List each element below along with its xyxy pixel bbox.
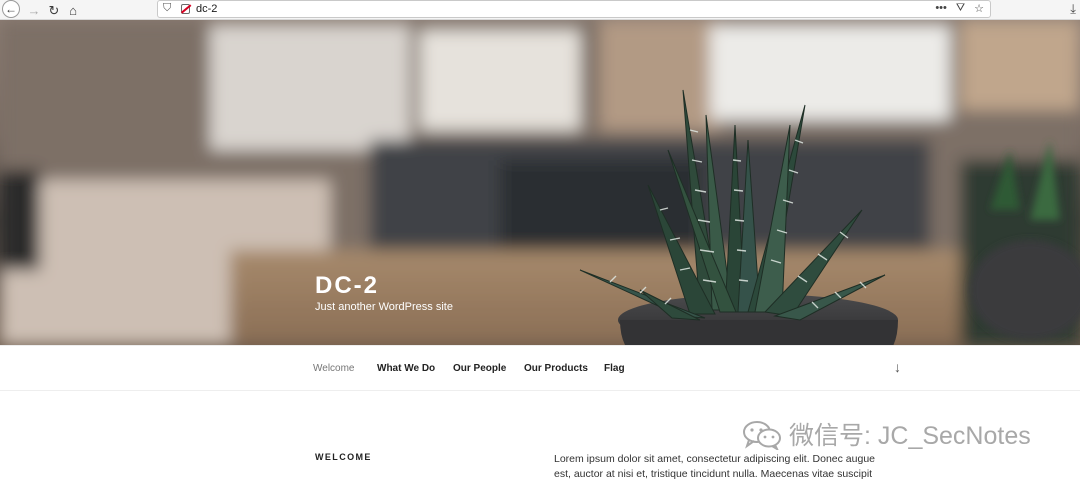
site-title[interactable]: DC-2 xyxy=(315,272,379,300)
section-heading: WELCOME xyxy=(315,452,372,462)
back-arrow-icon[interactable]: ← xyxy=(2,0,20,18)
main-navigation: Welcome What We Do Our People Our Produc… xyxy=(0,345,1080,391)
url-text[interactable]: dc-2 xyxy=(196,3,217,15)
section-body-text: Lorem ipsum dolor sit amet, consectetur … xyxy=(554,453,875,480)
more-icon[interactable]: ••• xyxy=(935,2,947,15)
nav-item-welcome[interactable]: Welcome xyxy=(313,363,355,374)
nav-item-flag[interactable]: Flag xyxy=(604,363,625,374)
download-icon[interactable]: ⤓ xyxy=(1070,1,1076,17)
shield-icon[interactable]: ⛉ xyxy=(163,2,171,15)
reload-icon[interactable]: ↻ xyxy=(45,1,63,19)
header-hero-image: DC-2 Just another WordPress site xyxy=(0,20,1080,345)
pocket-icon[interactable]: ⛛ xyxy=(956,2,965,15)
nav-item-our-products[interactable]: Our Products xyxy=(524,363,588,374)
insecure-lock-icon[interactable] xyxy=(181,4,190,14)
nav-item-what-we-do[interactable]: What We Do xyxy=(377,363,435,374)
watermark-text: 微信号: JC_SecNotes xyxy=(789,422,1031,450)
down-arrow-icon[interactable]: ↓ xyxy=(894,359,901,375)
forward-arrow-icon[interactable]: → xyxy=(25,1,43,19)
star-icon[interactable]: ☆ xyxy=(974,2,984,15)
nav-item-our-people[interactable]: Our People xyxy=(453,363,506,374)
wechat-watermark: 微信号: JC_SecNotes xyxy=(741,418,1031,450)
address-bar[interactable]: ⛉ dc-2 ••• ⛛ ☆ xyxy=(157,0,991,18)
home-icon[interactable]: ⌂ xyxy=(64,1,82,19)
site-description: Just another WordPress site xyxy=(315,301,453,313)
wechat-logo-icon xyxy=(743,421,781,450)
hero-photo xyxy=(0,20,1080,345)
browser-toolbar: ← → ↻ ⌂ ⛉ dc-2 ••• ⛛ ☆ ⤓ xyxy=(0,0,1080,20)
